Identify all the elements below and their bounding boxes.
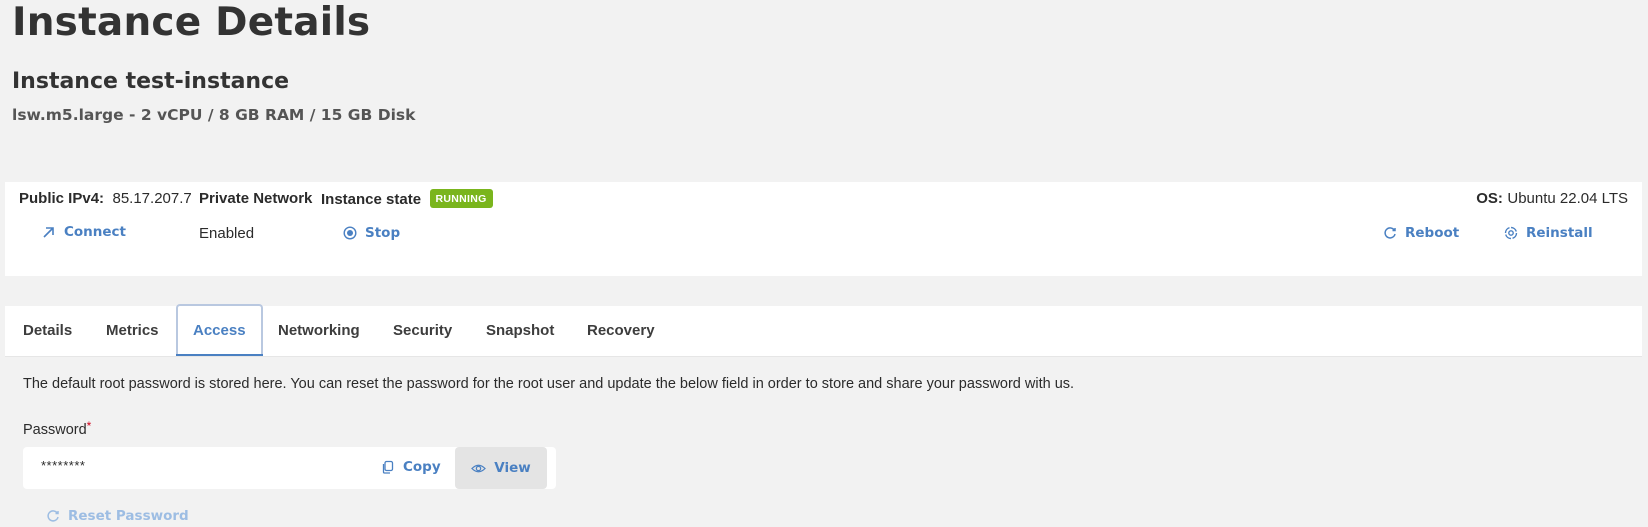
stop-label: Stop xyxy=(365,225,401,241)
private-network-value: Enabled xyxy=(199,225,255,242)
os-info: OS: Ubuntu 22.04 LTS xyxy=(1476,190,1628,208)
os-value: Ubuntu 22.04 LTS xyxy=(1507,190,1628,207)
connect-label: Connect xyxy=(64,224,127,240)
tab-access[interactable]: Access xyxy=(176,304,263,356)
instance-spec: lsw.m5.large - 2 vCPU / 8 GB RAM / 15 GB… xyxy=(12,106,416,124)
public-ipv4-label: Public IPv4: xyxy=(19,190,105,207)
access-description: The default root password is stored here… xyxy=(23,376,1075,392)
tab-networking[interactable]: Networking xyxy=(278,306,360,356)
stop-button[interactable]: Stop xyxy=(343,225,400,241)
copy-button[interactable]: Copy xyxy=(381,459,441,475)
os-label: OS: xyxy=(1476,190,1503,207)
view-button[interactable]: View xyxy=(455,447,547,489)
reboot-button[interactable]: Reboot xyxy=(1383,225,1459,241)
reinstall-button[interactable]: Reinstall xyxy=(1504,225,1593,241)
password-value: ******** xyxy=(41,458,86,473)
password-label-text: Password xyxy=(23,422,87,438)
stop-circle-icon xyxy=(343,226,357,240)
instance-state-label: Instance state xyxy=(321,191,422,208)
arrow-up-right-icon xyxy=(43,227,54,238)
copy-icon xyxy=(382,460,394,474)
instance-name: Instance test-instance xyxy=(12,69,290,94)
tab-details[interactable]: Details xyxy=(23,306,72,356)
password-field[interactable]: ******** Copy View xyxy=(23,447,556,489)
public-ipv4: Public IPv4: 85.17.207.7 xyxy=(19,190,192,208)
private-network-label: Private Network xyxy=(199,190,313,207)
eye-icon xyxy=(471,464,487,472)
tab-snapshot[interactable]: Snapshot xyxy=(486,306,554,356)
required-marker: * xyxy=(86,419,92,433)
page-title: Instance Details xyxy=(12,0,371,45)
reboot-label: Reboot xyxy=(1405,225,1460,241)
password-label: Password* xyxy=(23,419,91,438)
connect-button[interactable]: Connect xyxy=(42,224,126,240)
tab-security[interactable]: Security xyxy=(393,306,452,356)
refresh-icon xyxy=(1384,227,1396,239)
instance-state: Instance state RUNNING xyxy=(321,189,493,209)
reinstall-label: Reinstall xyxy=(1526,225,1593,241)
copy-label: Copy xyxy=(403,459,441,475)
public-ipv4-value: 85.17.207.7 xyxy=(112,190,192,207)
reset-password-label: Reset Password xyxy=(68,508,189,524)
tab-metrics[interactable]: Metrics xyxy=(106,306,159,356)
reset-password-button[interactable]: Reset Password xyxy=(46,508,189,524)
reinstall-icon xyxy=(1504,226,1518,240)
instance-summary-panel: Public IPv4: 85.17.207.7 Connect Private… xyxy=(5,182,1642,276)
tab-recovery[interactable]: Recovery xyxy=(587,306,655,356)
status-badge: RUNNING xyxy=(429,189,493,208)
refresh-icon xyxy=(47,510,59,522)
tab-bar: Details Metrics Access Networking Securi… xyxy=(5,304,1642,357)
view-label: View xyxy=(494,460,531,476)
